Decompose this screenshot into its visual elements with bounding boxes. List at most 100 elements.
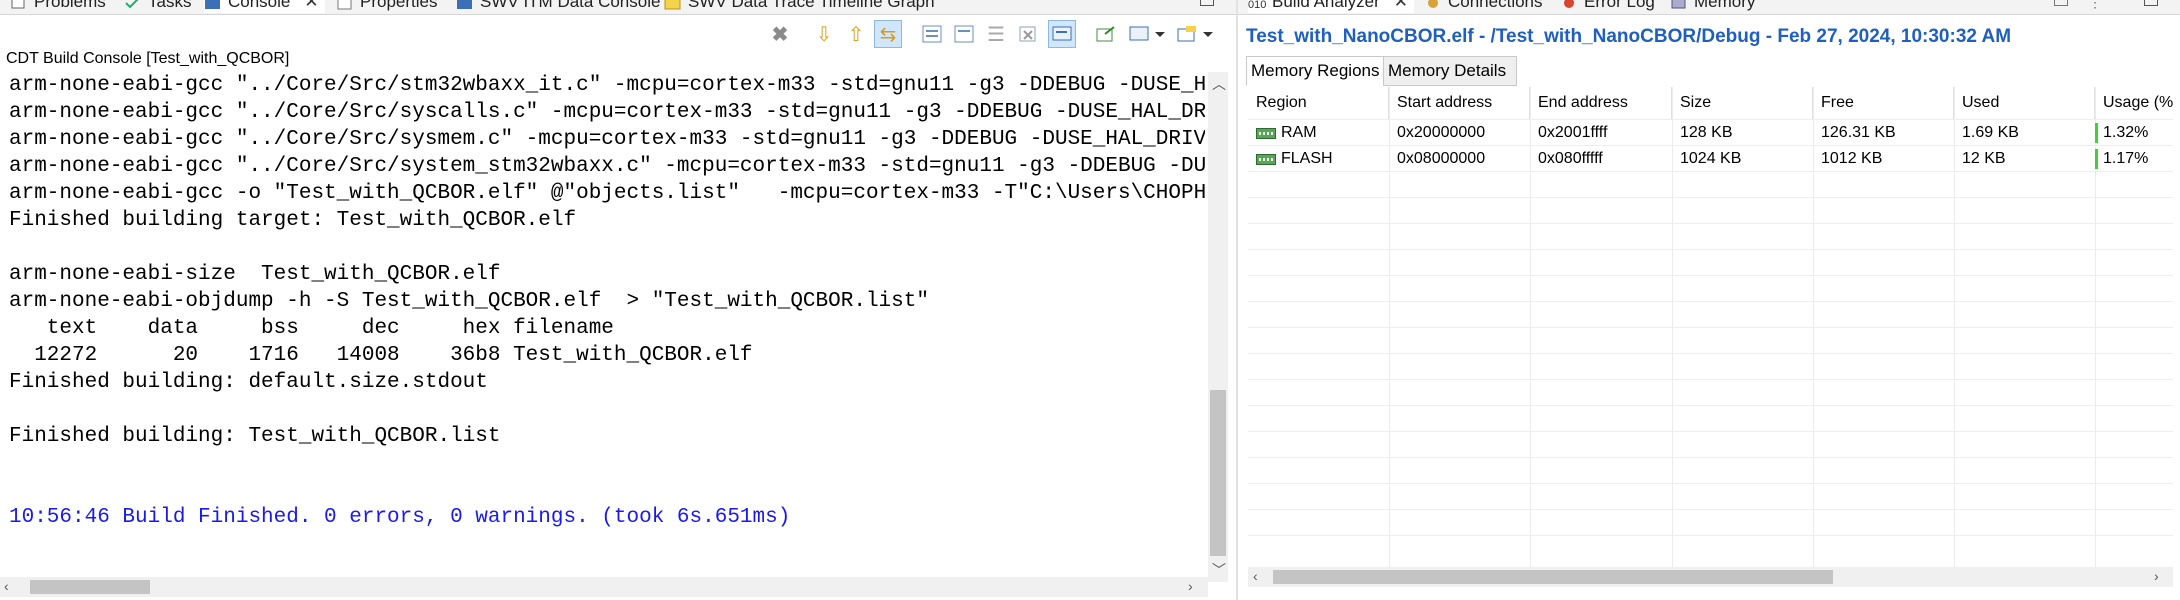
- svg-text:010: 010: [1248, 0, 1266, 10]
- usage-bar: [2095, 149, 2098, 169]
- scroll-down-arrow-icon[interactable]: ﹀: [1212, 560, 1226, 580]
- table-cell-usage[interactable]: 1.32%: [2095, 120, 2173, 146]
- scroll-lock-icon[interactable]: [918, 20, 946, 48]
- timeline-graph-icon: [664, 0, 682, 10]
- table-cell-start[interactable]: 0x20000000: [1389, 120, 1530, 146]
- tab-label: Error Log: [1584, 0, 1655, 11]
- previous-error-icon[interactable]: ⇧: [842, 20, 870, 48]
- table-cell-used[interactable]: 12 KB: [1954, 146, 2095, 172]
- column-header-region[interactable]: Region: [1248, 87, 1389, 119]
- scrollbar-thumb[interactable]: [30, 580, 150, 594]
- tab-console[interactable]: Console ✕: [204, 0, 325, 13]
- console-line: arm-none-eabi-gcc "../Core/Src/system_st…: [9, 155, 1205, 178]
- clear-console-icon[interactable]: ✖: [766, 20, 794, 48]
- usage-bar: [2095, 123, 2098, 143]
- table-cell-size[interactable]: 1024 KB: [1672, 146, 1813, 172]
- table-cell-size[interactable]: 128 KB: [1672, 120, 1813, 146]
- tab-problems[interactable]: Problems: [10, 0, 106, 13]
- table-cell-usage[interactable]: 1.17%: [2095, 146, 2173, 172]
- table-cell-end[interactable]: 0x080fffff: [1530, 146, 1672, 172]
- scroll-left-arrow-icon[interactable]: ‹: [1253, 568, 1258, 584]
- swv-console-icon: [456, 0, 474, 9]
- grid-row-line: [1248, 483, 2173, 484]
- console-line: arm-none-eabi-gcc -o "Test_with_QCBOR.el…: [9, 182, 1205, 205]
- tab-label: Memory: [1694, 0, 1756, 11]
- tab-error-log[interactable]: Error Log: [1560, 0, 1655, 13]
- grid-row-line: [1248, 249, 2173, 250]
- tab-memory-details[interactable]: Memory Details: [1383, 56, 1517, 86]
- scroll-right-arrow-icon[interactable]: ›: [1188, 578, 1193, 594]
- grid-row-line: [1248, 535, 2173, 536]
- table-cell-region[interactable]: FLASH: [1248, 146, 1389, 172]
- column-header-size[interactable]: Size: [1672, 87, 1813, 119]
- grid-row-line: [1248, 197, 2173, 198]
- word-wrap-icon[interactable]: [950, 20, 978, 48]
- close-icon[interactable]: ✕: [1394, 0, 1408, 12]
- view-menu-icon[interactable]: ⋮: [2088, 0, 2102, 11]
- left-view-tabs: Problems Tasks Console ✕ Properties SWV …: [0, 0, 1236, 15]
- pin-console-icon[interactable]: [1014, 20, 1042, 48]
- display-selected-console-icon[interactable]: [1048, 20, 1076, 48]
- console-line: arm-none-eabi-gcc "../Core/Src/sysmem.c"…: [9, 128, 1205, 151]
- scroll-up-arrow-icon[interactable]: ︿: [1212, 74, 1226, 94]
- maximize-icon[interactable]: [2144, 0, 2158, 6]
- grid-row-line: [1248, 457, 2173, 458]
- console-vertical-scrollbar[interactable]: ︿ ﹀: [1208, 72, 1228, 582]
- console-line: arm-none-eabi-gcc "../Core/Src/stm32wbax…: [9, 74, 1205, 97]
- link-with-editor-icon[interactable]: ⇆: [874, 20, 902, 48]
- column-header-end-address[interactable]: End address: [1530, 87, 1672, 119]
- show-console-icon[interactable]: ☰: [982, 20, 1010, 48]
- grid-row-line: [1248, 327, 2173, 328]
- table-cell-used[interactable]: 1.69 KB: [1954, 120, 2095, 146]
- column-header-usage[interactable]: Usage (%: [2095, 87, 2173, 119]
- cell-text: 1.69 KB: [1962, 124, 2019, 141]
- cell-text: 0x2001ffff: [1538, 124, 1608, 141]
- tab-swv-itm-console[interactable]: SWV ITM Data Console: [456, 0, 660, 13]
- next-error-icon[interactable]: ⇩: [810, 20, 838, 48]
- table-horizontal-scrollbar[interactable]: ‹ ›: [1248, 567, 2173, 587]
- tab-properties[interactable]: Properties: [336, 0, 437, 13]
- console-dropdown-icon[interactable]: [1128, 20, 1168, 48]
- panel-splitter[interactable]: [1236, 0, 1238, 600]
- table-cell-region[interactable]: RAM: [1248, 120, 1389, 146]
- connections-icon: [1424, 0, 1442, 9]
- tab-memory[interactable]: Memory: [1670, 0, 1755, 13]
- cell-text: 0x08000000: [1397, 150, 1486, 167]
- close-icon[interactable]: ✕: [304, 0, 318, 12]
- table-cell-free[interactable]: 126.31 KB: [1813, 120, 1954, 146]
- cell-text: 1.32%: [2103, 124, 2149, 141]
- column-header-used[interactable]: Used: [1954, 87, 2095, 119]
- tab-swv-timeline-graph[interactable]: SWV Data Trace Timeline Graph: [664, 0, 935, 13]
- build-analyzer-title: Test_with_NanoCBOR.elf - /Test_with_Nano…: [1246, 26, 2012, 47]
- table-cell-start[interactable]: 0x08000000: [1389, 146, 1530, 172]
- scrollbar-thumb[interactable]: [1210, 390, 1226, 556]
- console-output[interactable]: arm-none-eabi-gcc "../Core/Src/stm32wbax…: [9, 72, 1205, 572]
- open-console-icon[interactable]: [1092, 20, 1120, 48]
- scroll-right-arrow-icon[interactable]: ›: [2154, 568, 2159, 584]
- memory-regions-table: Region Start address End address Size Fr…: [1248, 87, 2173, 567]
- cell-text: 0x20000000: [1397, 124, 1486, 141]
- grid-row-line: [1248, 379, 2173, 380]
- table-cell-free[interactable]: 1012 KB: [1813, 146, 1954, 172]
- tab-label: Properties: [360, 0, 438, 11]
- column-header-free[interactable]: Free: [1813, 87, 1954, 119]
- cell-text: 1012 KB: [1821, 150, 1883, 167]
- console-line: arm-none-eabi-size Test_with_QCBOR.elf: [9, 263, 501, 286]
- column-header-start-address[interactable]: Start address: [1389, 87, 1530, 119]
- tab-build-analyzer[interactable]: 010 Build Analyzer ✕: [1248, 0, 1414, 13]
- scrollbar-thumb[interactable]: [1273, 570, 1833, 584]
- maximize-icon[interactable]: [1200, 0, 1214, 6]
- minimize-icon[interactable]: [2054, 0, 2068, 6]
- new-console-view-icon[interactable]: [1176, 20, 1216, 48]
- tab-connections[interactable]: Connections: [1424, 0, 1543, 13]
- tab-tasks[interactable]: Tasks: [124, 0, 191, 13]
- scroll-left-arrow-icon[interactable]: ‹: [4, 578, 9, 594]
- table-cell-end[interactable]: 0x2001ffff: [1530, 120, 1672, 146]
- tab-label: Problems: [34, 0, 106, 11]
- error-log-icon: [1560, 0, 1578, 9]
- console-horizontal-scrollbar[interactable]: ‹ ›: [0, 577, 1208, 597]
- grid-row-line: [1248, 301, 2173, 302]
- tab-label: Connections: [1448, 0, 1543, 11]
- tab-memory-regions[interactable]: Memory Regions: [1246, 56, 1388, 86]
